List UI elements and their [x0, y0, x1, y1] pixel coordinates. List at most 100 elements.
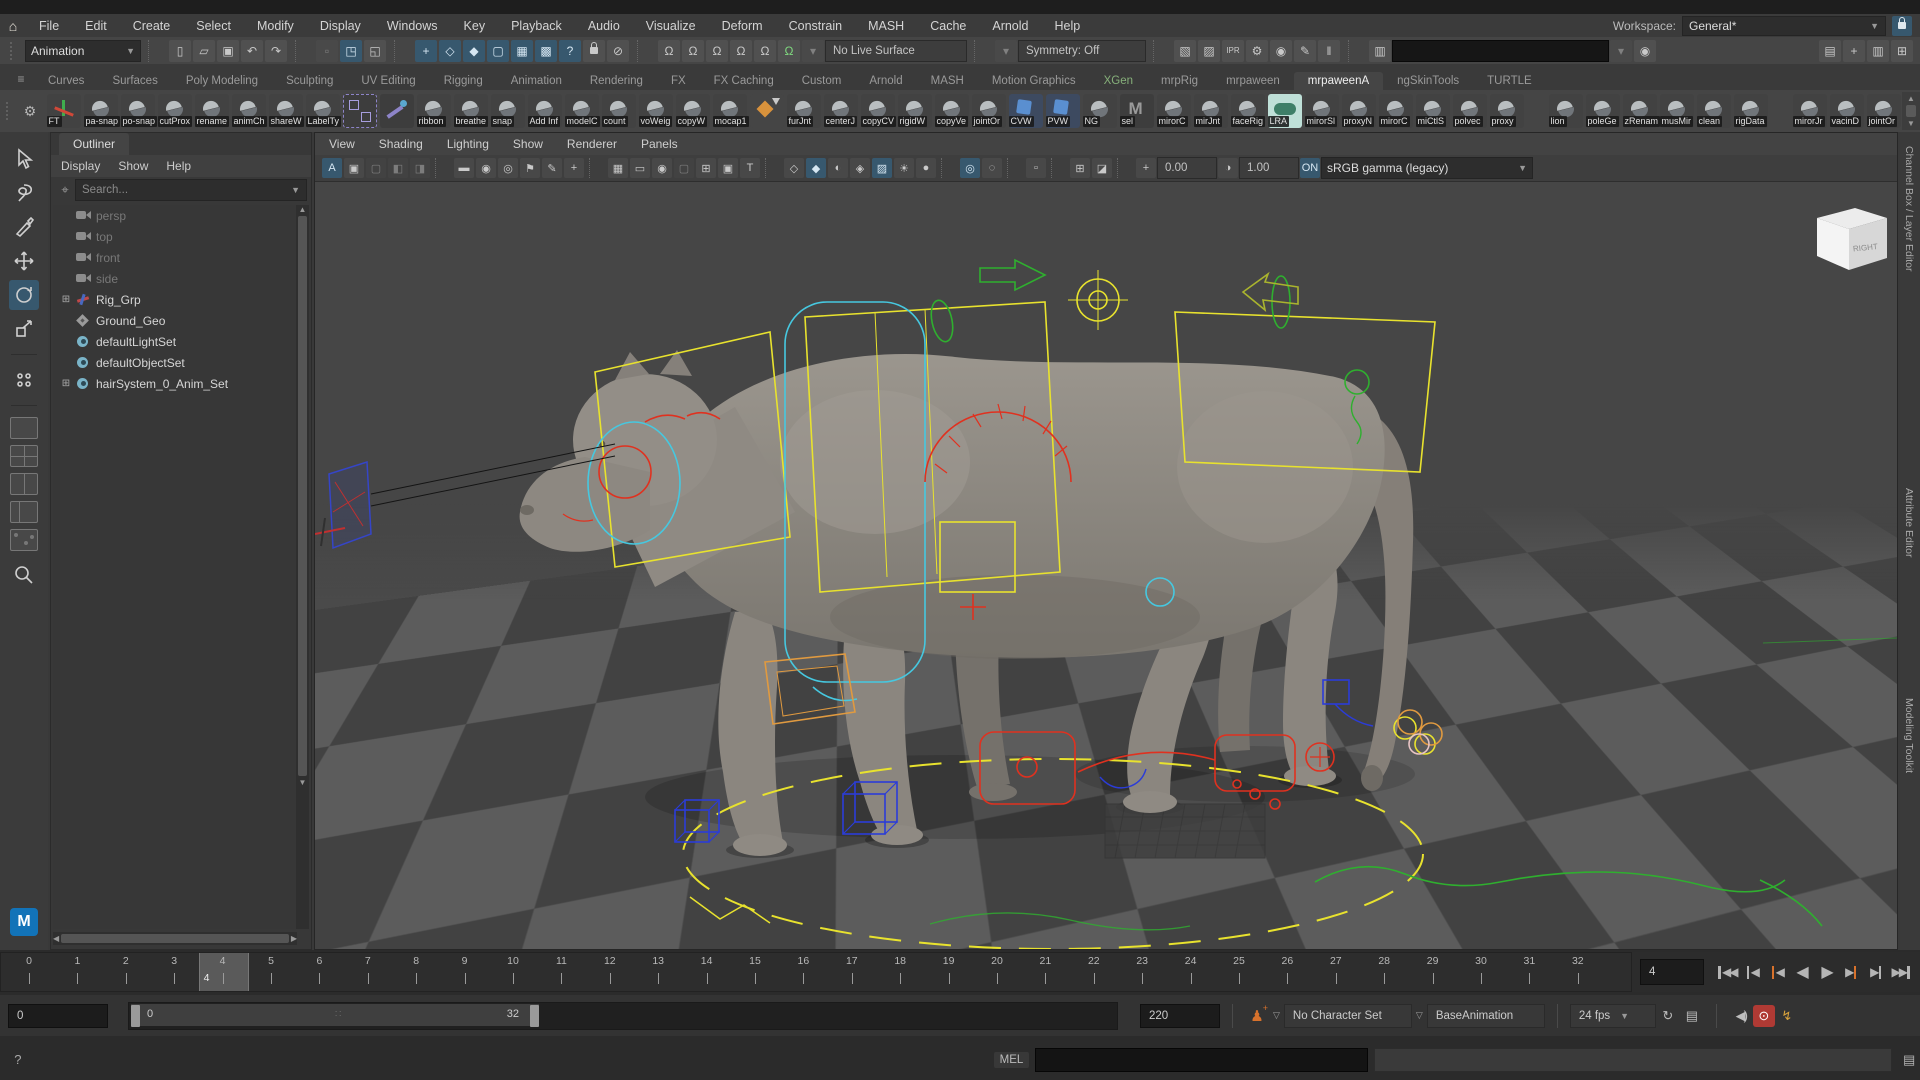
textured-mode-icon[interactable]: ◐: [828, 158, 848, 178]
shelf-button-sel[interactable]: sel: [1120, 94, 1154, 128]
shelf-button-copyW[interactable]: copyW: [676, 94, 710, 128]
animation-start-field[interactable]: 0: [8, 1004, 108, 1028]
range-slider[interactable]: 0 32 ∷: [128, 1002, 1118, 1030]
range-end-handle[interactable]: [530, 1005, 539, 1027]
shelf-button-clean[interactable]: clean: [1697, 94, 1731, 128]
drag-handle[interactable]: [6, 102, 9, 120]
shelf-button-mirorC[interactable]: mirorC: [1157, 94, 1191, 128]
outliner-item-persp[interactable]: persp: [53, 205, 297, 226]
film-gate-icon[interactable]: ▭: [630, 158, 650, 178]
snap-options-caret[interactable]: ▾: [802, 40, 824, 62]
script-editor-icon[interactable]: ▤: [1898, 1049, 1920, 1071]
menu-key[interactable]: Key: [451, 15, 499, 37]
shelf-button-squares[interactable]: [343, 94, 377, 128]
quick-help-icon[interactable]: ◉: [1634, 40, 1656, 62]
command-input[interactable]: [1035, 1048, 1367, 1072]
prev-view-icon[interactable]: ◧: [388, 158, 408, 178]
shelf-button-animCh[interactable]: animCh: [232, 94, 266, 128]
shelf-tab-mrprig[interactable]: mrpRig: [1147, 72, 1212, 90]
shelf-button-brush[interactable]: [380, 94, 414, 128]
outliner-menu-show[interactable]: Show: [118, 159, 148, 173]
shelf-button-FT[interactable]: FT: [47, 94, 81, 128]
current-frame-field[interactable]: 4: [1640, 959, 1704, 985]
shelf-button-rigData[interactable]: rigData: [1734, 94, 1768, 128]
menu-visualize[interactable]: Visualize: [633, 15, 709, 37]
shelf-gear-icon[interactable]: ⚙: [15, 96, 45, 126]
grease-pencil-icon[interactable]: ✎: [542, 158, 562, 178]
layout-outliner-persp-button[interactable]: [10, 501, 38, 523]
menu-windows[interactable]: Windows: [374, 15, 451, 37]
shelf-button-po-snap[interactable]: po-snap: [121, 94, 155, 128]
menu-playback[interactable]: Playback: [498, 15, 575, 37]
side-tab-attribute-editor[interactable]: Attribute Editor: [1903, 488, 1915, 557]
lights-toggle-icon[interactable]: ☀: [894, 158, 914, 178]
select-component-icon[interactable]: ◱: [364, 40, 386, 62]
shelf-tab-ngskintools[interactable]: ngSkinTools: [1383, 72, 1473, 90]
occlusion-toggle-icon[interactable]: ◎: [960, 158, 980, 178]
shelf-scrollbar[interactable]: ▲ ▼: [1902, 92, 1920, 130]
shelf-tab-xgen[interactable]: XGen: [1090, 72, 1147, 90]
shelf-button-zRenam[interactable]: zRenam: [1623, 94, 1657, 128]
shelf-button-LRA[interactable]: LRA: [1268, 94, 1302, 128]
shelf-button-count[interactable]: count: [602, 94, 636, 128]
next-view-icon[interactable]: ◨: [410, 158, 430, 178]
viewport-menu-shading[interactable]: Shading: [379, 137, 423, 151]
exposure-icon[interactable]: +: [1136, 158, 1156, 178]
layout-two-pane-button[interactable]: [10, 473, 38, 495]
shelf-button-copyVe[interactable]: copyVe: [935, 94, 969, 128]
step-back-key-button[interactable]: ◀: [1764, 957, 1789, 987]
pan-zoom-icon[interactable]: +: [564, 158, 584, 178]
outliner-item-side[interactable]: side: [53, 268, 297, 289]
save-scene-icon[interactable]: ▣: [217, 40, 239, 62]
frame-all-icon[interactable]: ▣: [344, 158, 364, 178]
range-grip[interactable]: ∷: [335, 1009, 342, 1020]
pause-viewport-icon[interactable]: ‖: [1318, 40, 1340, 62]
snap-grid-icon[interactable]: Ω: [658, 40, 680, 62]
rotate-tool[interactable]: [9, 280, 39, 310]
shelf-tab-mrpaweena[interactable]: mrpaweenA: [1294, 72, 1383, 90]
scroll-down-icon[interactable]: ▼: [299, 778, 307, 787]
time-slider[interactable]: 4012345678910111213141516171819202122232…: [0, 952, 1632, 992]
workspace-toggle-icon[interactable]: ⊞: [1891, 40, 1913, 62]
scale-tool[interactable]: [9, 314, 39, 344]
shaded-mode-icon[interactable]: ◆: [806, 158, 826, 178]
shelf-tab-mash[interactable]: MASH: [917, 72, 978, 90]
undo-icon[interactable]: ↶: [241, 40, 263, 62]
shelf-button-mocap1[interactable]: mocap1: [713, 94, 747, 128]
lock-selection-icon[interactable]: [583, 40, 605, 62]
shelf-button-voWeig[interactable]: voWeig: [639, 94, 673, 128]
shelf-tab-arnold[interactable]: Arnold: [855, 72, 916, 90]
animation-end-field[interactable]: 220: [1140, 1004, 1220, 1028]
scroll-left-icon[interactable]: ◀: [53, 934, 59, 943]
shelf-button-mirorJr[interactable]: mirorJr: [1793, 94, 1827, 128]
motion-blur-toggle-icon[interactable]: ◌: [982, 158, 1002, 178]
tool-settings-toggle-icon[interactable]: +: [1843, 40, 1865, 62]
camera-lock-icon[interactable]: ◉: [476, 158, 496, 178]
render-settings-icon[interactable]: ⚙: [1246, 40, 1268, 62]
shelf-button-jointOr[interactable]: jointOr: [972, 94, 1006, 128]
input-caret[interactable]: ▾: [1610, 40, 1632, 62]
highlight-selection-icon[interactable]: ⊘: [607, 40, 629, 62]
menu-file[interactable]: File: [26, 15, 72, 37]
selection-mask-handles-icon[interactable]: ◇: [439, 40, 461, 62]
shelf-button-shareW[interactable]: shareW: [269, 94, 303, 128]
scroll-thumb[interactable]: [1906, 105, 1916, 117]
xray-toggle-icon[interactable]: ⊞: [1070, 158, 1090, 178]
outliner-menu-display[interactable]: Display: [61, 159, 100, 173]
clip-editor-icon[interactable]: ▤: [1680, 1004, 1704, 1028]
shelf-tab-uv-editing[interactable]: UV Editing: [347, 72, 429, 90]
character-set-icon[interactable]: ♟: [1245, 1004, 1269, 1028]
snap-view-plane-icon[interactable]: Ω: [754, 40, 776, 62]
last-tool-used[interactable]: [9, 365, 39, 395]
camera-attributes-icon[interactable]: ◎: [498, 158, 518, 178]
shelf-button-mirorC[interactable]: mirorC: [1379, 94, 1413, 128]
wireframe-mode-icon[interactable]: ◇: [784, 158, 804, 178]
character-set-select[interactable]: No Character Set: [1284, 1004, 1412, 1028]
animation-preferences-icon[interactable]: ↯: [1775, 1004, 1799, 1028]
command-language-toggle[interactable]: MEL: [994, 1052, 1030, 1068]
shelf-button-furJnt[interactable]: furJnt: [787, 94, 821, 128]
viewport-menu-renderer[interactable]: Renderer: [567, 137, 617, 151]
shelf-tab-rigging[interactable]: Rigging: [430, 72, 497, 90]
menu-mash[interactable]: MASH: [855, 15, 917, 37]
live-surface-field[interactable]: No Live Surface: [825, 40, 967, 62]
